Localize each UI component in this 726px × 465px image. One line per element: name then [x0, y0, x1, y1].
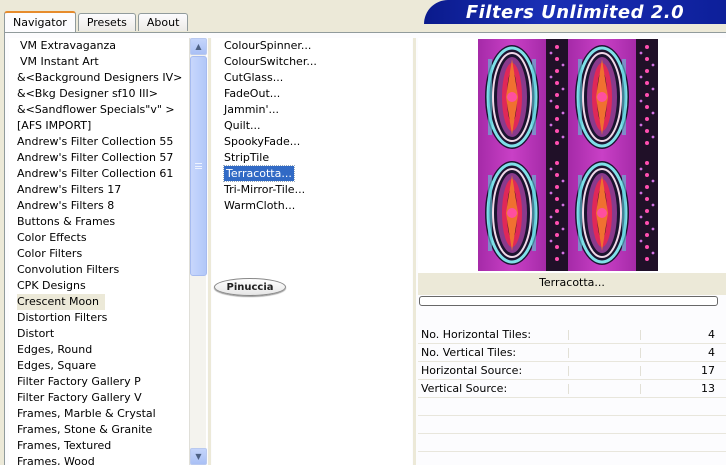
filter-list[interactable]: ColourSpinner... ColourSwitcher... CutGlas… [212, 38, 412, 465]
tab-navigator[interactable]: Navigator [4, 11, 76, 32]
param-label: No. Vertical Tiles: [421, 346, 517, 359]
filter-item[interactable]: Jammin'... [224, 102, 412, 118]
category-item[interactable]: Filter Factory Gallery V [17, 390, 207, 406]
param-row[interactable]: Vertical Source: 13 [418, 380, 726, 398]
param-tick [568, 384, 569, 394]
splitter-right[interactable] [413, 38, 416, 465]
param-label: Horizontal Source: [421, 364, 523, 377]
filter-item[interactable]: ColourSpinner... [224, 38, 412, 54]
category-item[interactable]: &<Sandflower Specials"v" > [17, 102, 207, 118]
signature-badge: Pinuccia [214, 278, 286, 296]
filter-item-label: Tri-Mirror-Tile... [224, 183, 306, 196]
param-tick [640, 384, 641, 394]
category-scrollbar[interactable]: ▲ ▼ [189, 38, 207, 465]
category-item[interactable]: Distort [17, 326, 207, 342]
param-tick [568, 366, 569, 376]
category-item[interactable]: Distortion Filters [17, 310, 207, 326]
filter-item[interactable]: StripTile [224, 150, 412, 166]
filter-item-label: SpookyFade... [224, 135, 301, 148]
chevron-up-icon: ▲ [195, 42, 202, 51]
filter-item-label: CutGlass... [224, 71, 284, 84]
param-tick [640, 366, 641, 376]
category-item[interactable]: Color Effects [17, 230, 207, 246]
filter-item-label: StripTile [224, 151, 270, 164]
param-row-empty [418, 434, 726, 452]
filter-item[interactable]: CutGlass... [224, 70, 412, 86]
tab-about[interactable]: About [137, 13, 189, 31]
category-item[interactable]: Frames, Wood [17, 454, 207, 465]
category-item[interactable]: Andrew's Filter Collection 57 [17, 150, 207, 166]
grip-icon [195, 163, 202, 169]
filter-item-label: WarmCloth... [224, 199, 296, 212]
category-item[interactable]: Buttons & Frames [17, 214, 207, 230]
category-item[interactable]: [AFS IMPORT] [17, 118, 207, 134]
param-row-empty [418, 452, 726, 465]
app-banner: Filters Unlimited 2.0 [424, 0, 726, 24]
category-item[interactable]: Edges, Round [17, 342, 207, 358]
param-label: No. Horizontal Tiles: [421, 328, 532, 341]
param-row[interactable]: No. Horizontal Tiles: 4 [418, 326, 726, 344]
param-tick [640, 348, 641, 358]
category-list[interactable]: VM Extravaganza VM Instant Art &<Backgroun… [9, 38, 207, 465]
current-filter-name: Terracotta... [539, 276, 605, 289]
scroll-thumb[interactable] [190, 56, 207, 276]
scroll-up-button[interactable]: ▲ [190, 38, 207, 55]
param-tick [640, 330, 641, 340]
tab-bar: Navigator Presets About [4, 11, 190, 32]
category-item[interactable]: Frames, Stone & Granite [17, 422, 207, 438]
filter-items: ColourSpinner... ColourSwitcher... CutGlas… [212, 38, 412, 214]
tab-presets[interactable]: Presets [77, 13, 136, 31]
filter-item[interactable]: FadeOut... [224, 86, 412, 102]
parameter-panel: No. Horizontal Tiles: 4 No. Vertical Tiles… [418, 310, 726, 465]
filter-item-label: Quilt... [224, 119, 261, 132]
category-item[interactable]: Crescent Moon [17, 294, 105, 310]
banner-title: Filters Unlimited 2.0 [465, 1, 685, 23]
filter-item-label: FadeOut... [224, 87, 281, 100]
category-item[interactable]: Frames, Textured [17, 438, 207, 454]
param-tick [568, 330, 569, 340]
param-value[interactable]: 4 [708, 346, 715, 359]
filter-item[interactable]: Quilt... [224, 118, 412, 134]
category-item[interactable]: Filter Factory Gallery P [17, 374, 207, 390]
category-item[interactable]: Andrew's Filter Collection 55 [17, 134, 207, 150]
category-items: VM Extravaganza VM Instant Art &<Backgroun… [9, 38, 207, 465]
filter-item[interactable]: Terracotta... [223, 165, 412, 182]
chevron-down-icon: ▼ [195, 452, 202, 461]
param-value[interactable]: 4 [708, 328, 715, 341]
param-row-empty [418, 398, 726, 416]
category-item[interactable]: Color Filters [17, 246, 207, 262]
category-item[interactable]: Frames, Marble & Crystal [17, 406, 207, 422]
preview-graphic [478, 39, 658, 271]
param-value[interactable]: 17 [701, 364, 715, 377]
filter-item[interactable]: Tri-Mirror-Tile... [224, 182, 412, 198]
category-item[interactable]: VM Instant Art [17, 54, 207, 70]
param-row[interactable]: No. Vertical Tiles: 4 [418, 344, 726, 362]
filter-item[interactable]: SpookyFade... [224, 134, 412, 150]
progress-bar [419, 296, 718, 306]
filter-item-label: ColourSwitcher... [224, 55, 317, 68]
category-item[interactable]: Andrew's Filter Collection 61 [17, 166, 207, 182]
preview-image[interactable] [478, 39, 658, 271]
category-item[interactable]: Edges, Square [17, 358, 207, 374]
signature-text: Pinuccia [226, 281, 274, 293]
param-label: Vertical Source: [421, 382, 508, 395]
param-value[interactable]: 13 [701, 382, 715, 395]
param-row[interactable]: Horizontal Source: 17 [418, 362, 726, 380]
category-item[interactable]: Andrew's Filters 8 [17, 198, 207, 214]
filter-item[interactable]: ColourSwitcher... [224, 54, 412, 70]
scroll-down-button[interactable]: ▼ [190, 448, 207, 465]
filter-item-label: Terracotta... [223, 165, 295, 182]
param-tick [568, 348, 569, 358]
category-item[interactable]: &<Bkg Designer sf10 III> [17, 86, 207, 102]
filter-item-label: ColourSpinner... [224, 39, 312, 52]
param-row-empty [418, 416, 726, 434]
category-item[interactable]: Convolution Filters [17, 262, 207, 278]
splitter-left[interactable] [208, 38, 211, 465]
category-item[interactable]: Andrew's Filters 17 [17, 182, 207, 198]
category-item[interactable]: &<Background Designers IV> [17, 70, 207, 86]
filter-item[interactable]: WarmCloth... [224, 198, 412, 214]
filter-item-label: Jammin'... [224, 103, 279, 116]
category-item[interactable]: CPK Designs [17, 278, 207, 294]
category-item[interactable]: VM Extravaganza [17, 38, 207, 54]
